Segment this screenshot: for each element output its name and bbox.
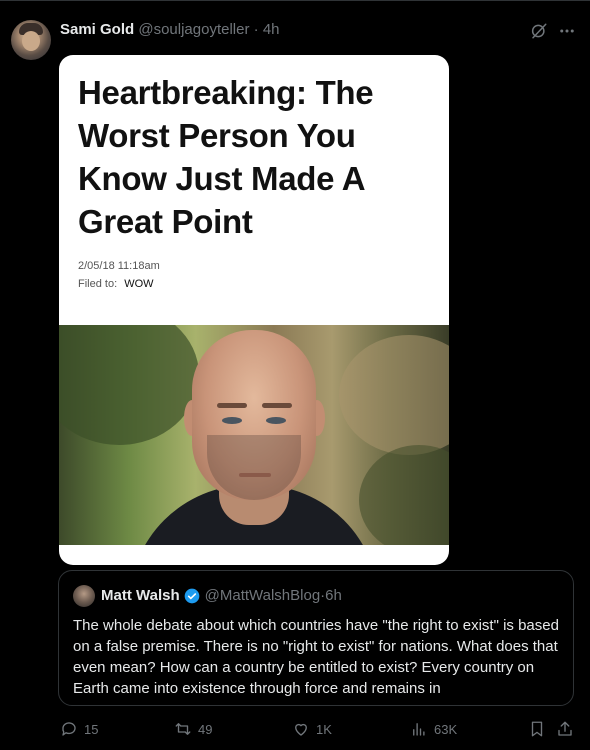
post-time[interactable]: 4h [263,21,280,38]
article-photo [59,325,449,545]
quoted-post-header: Matt Walsh @MattWalshBlog · 6h [101,587,342,604]
photo-brow [217,403,247,408]
more-icon[interactable] [558,22,576,40]
views-icon [413,723,425,736]
photo-mouth [239,473,271,477]
share-button[interactable] [556,720,580,738]
views-count: 63K [434,721,458,737]
article-card[interactable]: Heartbreaking: The Worst Person You Know… [59,55,449,565]
action-bar: 15 49 1K 63K [0,720,590,744]
bookmark-button[interactable] [528,720,552,738]
like-button[interactable]: 1K [292,720,332,738]
photo-background-blur [339,335,449,455]
article-filed: Filed to: WOW [78,278,154,290]
like-count: 1K [316,721,332,737]
photo-background-blur [59,325,199,445]
avatar-face [22,31,40,51]
reply-icon [62,722,76,736]
header-separator: · [253,21,259,38]
reply-count: 15 [84,721,99,737]
photo-eye [266,417,286,424]
repost-count: 49 [198,721,213,737]
reply-button[interactable]: 15 [60,720,98,738]
repost-icon [175,723,191,735]
quoted-post[interactable]: Matt Walsh @MattWalshBlog · 6h The whole… [58,570,574,706]
author-avatar[interactable] [11,20,51,60]
share-icon [558,721,572,736]
article-date: 2/05/18 11:18am [78,260,160,272]
quoted-author-avatar [73,585,95,607]
photo-background-blur [359,445,449,545]
author-name[interactable]: Sami Gold [60,21,134,38]
grok-icon[interactable] [530,22,548,40]
like-icon [295,723,307,736]
post-header: Sami Gold @souljagoyteller · 4h [60,21,280,38]
quoted-time: 6h [325,587,342,604]
quoted-author-handle: @MattWalshBlog [204,587,321,604]
views-button[interactable]: 63K [410,720,457,738]
author-handle[interactable]: @souljagoyteller [138,21,249,38]
repost-button[interactable]: 49 [174,720,212,738]
photo-eye [222,417,242,424]
filed-label: Filed to: [78,278,118,290]
quoted-author-name: Matt Walsh [101,587,180,604]
verified-icon [184,588,199,603]
photo-brow [262,403,292,408]
article-headline: Heartbreaking: The Worst Person You Know… [78,74,374,240]
quoted-text: The whole debate about which countries h… [73,617,559,697]
filed-tag: WOW [124,278,154,290]
bookmark-icon [531,721,543,737]
top-divider [0,0,590,7]
